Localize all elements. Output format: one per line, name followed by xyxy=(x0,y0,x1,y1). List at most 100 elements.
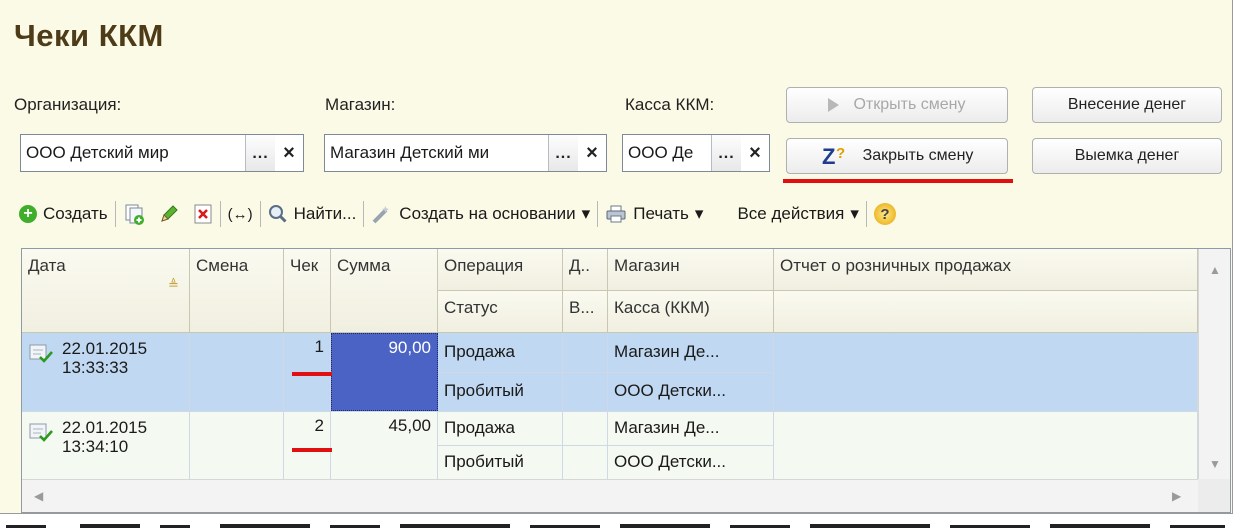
wand-icon xyxy=(372,206,390,224)
column-header-shop[interactable]: Магазин xyxy=(608,249,774,291)
withdraw-button[interactable]: Выемка денег xyxy=(1032,138,1222,174)
org-label: Организация: xyxy=(14,95,122,114)
column-header-operation[interactable]: Операция xyxy=(438,249,563,291)
row-date-cell: 22.01.2015 13:34:10 xyxy=(22,412,190,479)
all-actions-button[interactable]: Все действия ▾ xyxy=(730,195,865,233)
delete-button[interactable] xyxy=(186,195,220,233)
chevron-down-icon: ▾ xyxy=(581,204,591,223)
document-posted-icon xyxy=(29,342,53,369)
create-based-button[interactable]: Создать на основании ▾ xyxy=(364,195,597,233)
document-posted-icon xyxy=(29,421,53,448)
vertical-scrollbar[interactable]: ▲ ▼ xyxy=(1198,249,1230,479)
org-select-button[interactable]: ... xyxy=(245,135,275,171)
create-based-label: Создать на основании xyxy=(399,204,576,223)
org-field[interactable]: ООО Детский мир ... × xyxy=(20,134,304,172)
org-field-value: ООО Детский мир xyxy=(26,143,169,162)
kassa-clear-button[interactable]: × xyxy=(741,135,769,171)
row-report-cell xyxy=(774,412,1198,479)
print-label: Печать xyxy=(633,204,689,223)
column-header-shift[interactable]: Смена xyxy=(190,249,284,333)
svg-text:Z: Z xyxy=(822,144,835,168)
column-header-report-sub xyxy=(774,291,1198,333)
play-icon xyxy=(828,98,840,112)
column-header-date[interactable]: Дата ≜ xyxy=(22,249,190,333)
row-divider xyxy=(438,445,774,446)
copy-button[interactable] xyxy=(116,195,152,233)
find-label: Найти... xyxy=(293,204,357,223)
link-icon: (↔) xyxy=(227,205,253,223)
scroll-up-icon[interactable]: ▲ xyxy=(1209,263,1221,277)
table-row[interactable]: 22.01.2015 13:34:10 2 45,00 Продажа Проб… xyxy=(22,412,1198,479)
row-shift-cell xyxy=(190,333,284,411)
row-shop: Магазин Де... xyxy=(608,412,774,445)
row-check: 2 xyxy=(284,412,331,479)
pencil-icon xyxy=(160,205,178,222)
row-divider xyxy=(438,372,774,373)
column-header-report[interactable]: Отчет о розничных продажах xyxy=(774,249,1198,291)
shop-clear-button[interactable]: × xyxy=(578,135,606,171)
row-shop: Магазин Де... xyxy=(608,333,774,372)
shop-field[interactable]: Магазин Детский ми ... × xyxy=(324,134,607,172)
column-header-kassa[interactable]: Касса (ККМ) xyxy=(608,291,774,333)
deposit-label: Внесение денег xyxy=(1067,96,1187,113)
svg-text:?: ? xyxy=(836,145,845,162)
form-window: Чеки ККМ Организация: Магазин: Касса ККМ… xyxy=(0,0,1233,514)
column-header-sum[interactable]: Сумма xyxy=(331,249,438,333)
row-sum[interactable]: 90,00 xyxy=(331,333,438,411)
command-bar: + Создать (↔) Найти... Создать на основа… xyxy=(12,195,903,233)
highlight-underline xyxy=(783,179,1013,183)
column-header-status[interactable]: Статус xyxy=(438,291,563,333)
column-header-d[interactable]: Д.. xyxy=(563,249,608,291)
create-button[interactable]: + Создать xyxy=(12,195,115,233)
create-label: Создать xyxy=(43,204,108,223)
scroll-down-icon[interactable]: ▼ xyxy=(1209,457,1221,471)
printer-icon xyxy=(606,205,626,223)
row-date: 22.01.2015 xyxy=(62,339,148,358)
help-button[interactable]: ? xyxy=(867,195,903,233)
kassa-select-button[interactable]: ... xyxy=(711,135,741,171)
copy-document-icon xyxy=(125,204,144,225)
shop-select-button[interactable]: ... xyxy=(548,135,578,171)
kassa-label: Касса ККМ: xyxy=(625,95,715,114)
row-date: 22.01.2015 xyxy=(62,418,148,437)
chevron-down-icon: ▾ xyxy=(850,204,859,223)
org-clear-button[interactable]: × xyxy=(275,135,303,171)
z-report-icon: Z ? xyxy=(822,144,845,168)
all-actions-label: Все действия xyxy=(737,204,845,223)
scrollbar-corner xyxy=(1198,479,1230,512)
row-report-cell xyxy=(774,333,1198,411)
row-shift-cell xyxy=(190,412,284,479)
open-shift-label: Открыть смену xyxy=(853,96,966,113)
row-operation: Продажа xyxy=(438,412,563,445)
link-button[interactable]: (↔) xyxy=(221,195,260,233)
close-shift-label: Закрыть смену xyxy=(862,147,974,164)
deposit-button[interactable]: Внесение денег xyxy=(1032,87,1222,123)
horizontal-scrollbar[interactable]: ◀ ▶ xyxy=(22,479,1198,512)
kassa-field[interactable]: ООО Де ... × xyxy=(622,134,770,172)
column-header-v[interactable]: В... xyxy=(563,291,608,333)
plus-icon: + xyxy=(19,205,37,223)
print-button[interactable]: Печать ▾ xyxy=(598,195,710,233)
magnifier-icon xyxy=(268,205,287,223)
row-date-cell: 22.01.2015 13:33:33 xyxy=(22,333,190,411)
row-operation: Продажа xyxy=(438,333,563,372)
column-header-date-label: Дата xyxy=(28,256,66,275)
kassa-field-value: ООО Де xyxy=(628,143,694,162)
close-shift-button[interactable]: Z ? Закрыть смену xyxy=(786,138,1008,174)
sort-icon: ≜ xyxy=(168,277,179,292)
check-number-mark xyxy=(292,372,332,376)
table-row[interactable]: 22.01.2015 13:33:33 1 90,00 Продажа Проб… xyxy=(22,333,1198,411)
scroll-right-icon[interactable]: ▶ xyxy=(1172,489,1181,503)
delete-icon xyxy=(194,204,212,224)
shop-field-value: Магазин Детский ми xyxy=(330,143,490,162)
find-button[interactable]: Найти... xyxy=(261,195,364,233)
edit-button[interactable] xyxy=(152,195,186,233)
row-status: Пробитый xyxy=(438,445,563,479)
row-sum: 45,00 xyxy=(331,412,438,479)
scroll-left-icon[interactable]: ◀ xyxy=(34,489,43,503)
open-shift-button[interactable]: Открыть смену xyxy=(786,87,1008,123)
row-kassa: ООО Детски... xyxy=(608,445,774,479)
column-header-check[interactable]: Чек xyxy=(284,249,331,333)
checks-table[interactable]: Дата ≜ Смена Чек Сумма Операция Д.. Мага… xyxy=(21,248,1231,513)
row-kassa: ООО Детски... xyxy=(608,372,774,411)
